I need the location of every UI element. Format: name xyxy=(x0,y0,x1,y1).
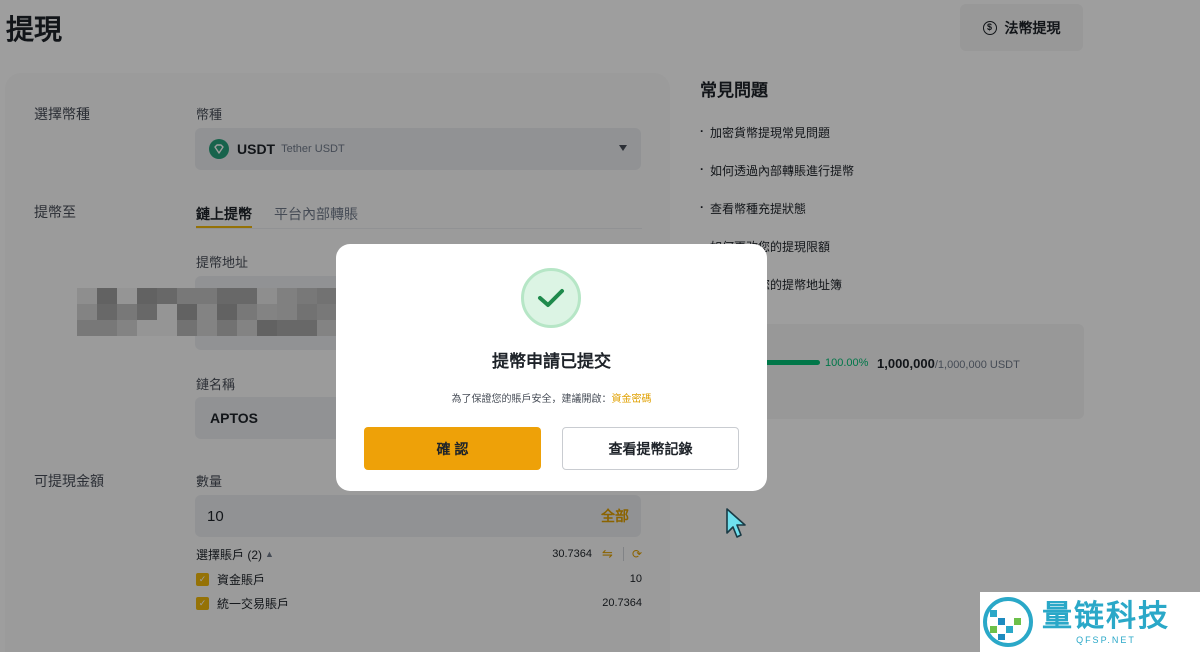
dialog-note: 為了保證您的賬戶安全，建議開啟：資金密碼 xyxy=(336,390,767,405)
view-withdraw-history-button[interactable]: 查看提幣記錄 xyxy=(562,427,739,470)
check-circle-icon xyxy=(521,268,581,328)
submission-success-dialog: 提幣申請已提交 為了保證您的賬戶安全，建議開啟：資金密碼 確 認 查看提幣記錄 xyxy=(336,244,767,491)
watermark: 量链科技 QFSP.NET xyxy=(980,592,1200,652)
mouse-cursor-icon xyxy=(726,508,746,538)
confirm-button[interactable]: 確 認 xyxy=(364,427,541,470)
watermark-main: 量链科技 xyxy=(1042,600,1170,633)
watermark-text: 量链科技 QFSP.NET xyxy=(1042,599,1170,645)
dialog-title: 提幣申請已提交 xyxy=(492,352,611,371)
dialog-note-text: 為了保證您的賬戶安全，建議開啟： xyxy=(451,394,612,405)
watermark-sub: QFSP.NET xyxy=(1076,635,1136,645)
fund-password-link[interactable]: 資金密碼 xyxy=(612,394,652,405)
watermark-logo-icon xyxy=(983,597,1033,647)
